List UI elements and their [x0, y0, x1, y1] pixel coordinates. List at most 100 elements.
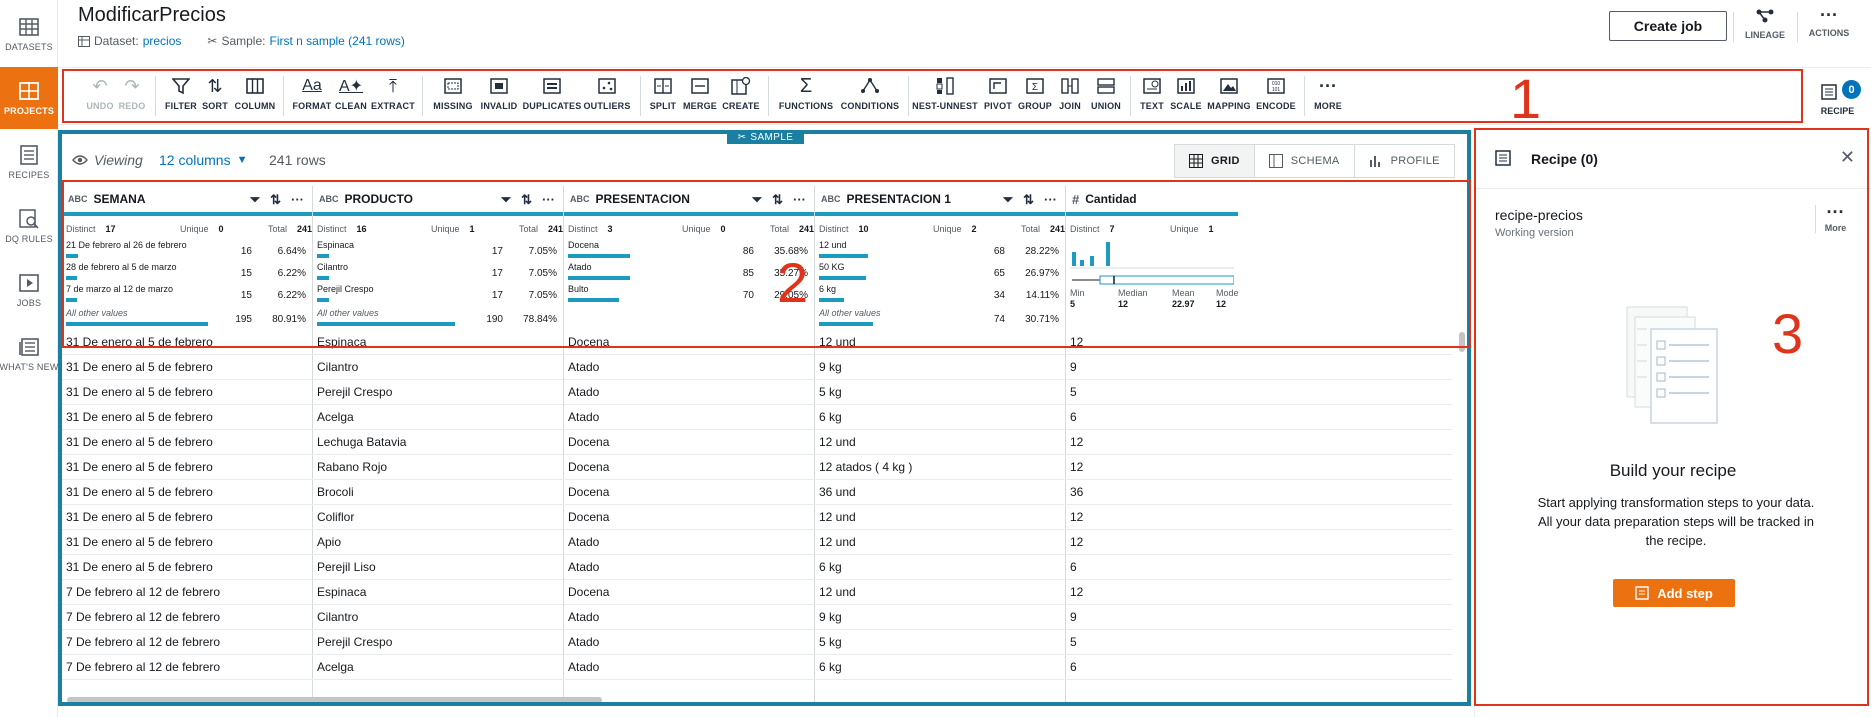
column-header-cantidad[interactable]: # Cantidad: [1066, 186, 1238, 216]
table-row[interactable]: 31 De enero al 5 de febrero Espinaca Docen…: [62, 330, 1452, 355]
table-row[interactable]: 31 De enero al 5 de febrero Coliflor Docen…: [62, 505, 1452, 530]
recipe-toggle-button[interactable]: 0 RECIPE: [1810, 80, 1865, 120]
table-cell[interactable]: 6: [1070, 660, 1310, 674]
missing-button[interactable]: MISSING: [432, 74, 474, 120]
table-row[interactable]: 31 De enero al 5 de febrero Lechuga Batav…: [62, 430, 1452, 455]
table-cell[interactable]: Perejil Crespo: [317, 385, 557, 399]
nest-unnest-button[interactable]: NEST-UNNEST: [912, 74, 978, 120]
functions-button[interactable]: Σ FUNCTIONS: [778, 74, 834, 120]
filter-button[interactable]: FILTER: [164, 74, 198, 120]
table-row[interactable]: 31 De enero al 5 de febrero Perejil Liso A…: [62, 555, 1452, 580]
table-cell[interactable]: 31 De enero al 5 de febrero: [66, 560, 306, 574]
table-row[interactable]: 31 De enero al 5 de febrero Acelga Atado 6 …: [62, 405, 1452, 430]
nav-datasets[interactable]: DATASETS: [0, 4, 58, 64]
duplicates-button[interactable]: DUPLICATES: [523, 74, 581, 120]
table-cell[interactable]: Atado: [568, 360, 808, 374]
table-cell[interactable]: 12 und: [819, 435, 1059, 449]
table-cell[interactable]: Brocoli: [317, 485, 557, 499]
table-cell[interactable]: Docena: [568, 585, 808, 599]
table-cell[interactable]: Atado: [568, 385, 808, 399]
table-row[interactable]: 7 De febrero al 12 de febrero Cilantro Ata…: [62, 605, 1452, 630]
table-cell[interactable]: Perejil Liso: [317, 560, 557, 574]
table-cell[interactable]: 7 De febrero al 12 de febrero: [66, 585, 306, 599]
table-cell[interactable]: 6 kg: [819, 560, 1059, 574]
conditions-button[interactable]: CONDITIONS: [840, 74, 900, 120]
table-cell[interactable]: Apio: [317, 535, 557, 549]
table-cell[interactable]: 31 De enero al 5 de febrero: [66, 485, 306, 499]
table-cell[interactable]: 12: [1070, 585, 1310, 599]
table-cell[interactable]: 12 und: [819, 510, 1059, 524]
table-cell[interactable]: 31 De enero al 5 de febrero: [66, 435, 306, 449]
table-cell[interactable]: 5: [1070, 385, 1310, 399]
table-cell[interactable]: 5 kg: [819, 385, 1059, 399]
column-header-presentacion-1[interactable]: ABC PRESENTACION 1 ⏷ ⇅ ···: [815, 186, 1065, 216]
clean-button[interactable]: A✦ CLEAN: [334, 74, 368, 120]
undo-button[interactable]: ↶ UNDO: [86, 74, 114, 120]
table-cell[interactable]: 5 kg: [819, 635, 1059, 649]
table-cell[interactable]: Coliflor: [317, 510, 557, 524]
table-cell[interactable]: Espinaca: [317, 335, 557, 349]
outliers-button[interactable]: OUTLIERS: [583, 74, 630, 120]
create-job-button[interactable]: Create job: [1609, 11, 1727, 41]
table-row[interactable]: 31 De enero al 5 de febrero Apio Atado 12 u…: [62, 530, 1452, 555]
table-cell[interactable]: 36 und: [819, 485, 1059, 499]
nav-whats-new[interactable]: WHAT'S NEW: [0, 324, 58, 384]
column-header-presentacion[interactable]: ABC PRESENTACION ⏷ ⇅ ···: [564, 186, 814, 216]
table-cell[interactable]: 12 und: [819, 535, 1059, 549]
split-button[interactable]: SPLIT: [648, 74, 678, 120]
group-button[interactable]: Σ GROUP: [1018, 74, 1052, 120]
table-cell[interactable]: Docena: [568, 510, 808, 524]
sample-link[interactable]: First n sample (241 rows): [269, 34, 404, 48]
tab-schema[interactable]: SCHEMA: [1254, 145, 1355, 177]
more-icon[interactable]: ···: [1044, 192, 1057, 208]
table-cell[interactable]: Atado: [568, 610, 808, 624]
scale-button[interactable]: SCALE: [1170, 74, 1202, 120]
table-cell[interactable]: Perejil Crespo: [317, 635, 557, 649]
sort-icon[interactable]: ⇅: [1023, 192, 1034, 208]
sort-icon[interactable]: ⇅: [772, 192, 783, 208]
format-button[interactable]: Aa FORMAT: [292, 74, 332, 120]
table-cell[interactable]: 12 atados ( 4 kg ): [819, 460, 1059, 474]
table-cell[interactable]: 6 kg: [819, 410, 1059, 424]
table-cell[interactable]: 31 De enero al 5 de febrero: [66, 460, 306, 474]
table-cell[interactable]: Docena: [568, 460, 808, 474]
horizontal-scrollbar[interactable]: [67, 697, 602, 702]
lineage-button[interactable]: LINEAGE: [1735, 8, 1795, 48]
more-button[interactable]: ··· MORE: [1310, 74, 1346, 120]
table-cell[interactable]: 31 De enero al 5 de febrero: [66, 385, 306, 399]
table-cell[interactable]: Atado: [568, 635, 808, 649]
table-cell[interactable]: Atado: [568, 410, 808, 424]
table-cell[interactable]: 7 De febrero al 12 de febrero: [66, 660, 306, 674]
table-cell[interactable]: 5: [1070, 635, 1310, 649]
encode-button[interactable]: 010 101 ENCODE: [1254, 74, 1298, 120]
table-cell[interactable]: Docena: [568, 435, 808, 449]
table-row[interactable]: 31 De enero al 5 de febrero Rabano Rojo Do…: [62, 455, 1452, 480]
actions-button[interactable]: ··· ACTIONS: [1799, 6, 1859, 48]
table-cell[interactable]: 9: [1070, 360, 1310, 374]
nav-recipes[interactable]: RECIPES: [0, 132, 58, 192]
more-icon[interactable]: ···: [542, 192, 555, 208]
column-button[interactable]: COLUMN: [234, 74, 276, 120]
table-cell[interactable]: Atado: [568, 535, 808, 549]
table-cell[interactable]: 12: [1070, 435, 1310, 449]
table-cell[interactable]: 31 De enero al 5 de febrero: [66, 535, 306, 549]
table-cell[interactable]: 12: [1070, 335, 1310, 349]
table-row[interactable]: 7 De febrero al 12 de febrero Acelga Atado…: [62, 655, 1452, 680]
recipe-more-button[interactable]: ··· More: [1815, 203, 1855, 233]
table-cell[interactable]: 6: [1070, 560, 1310, 574]
close-icon[interactable]: ✕: [1840, 147, 1855, 168]
table-cell[interactable]: 31 De enero al 5 de febrero: [66, 410, 306, 424]
sort-icon[interactable]: ⇅: [521, 192, 532, 208]
table-cell[interactable]: 12 und: [819, 335, 1059, 349]
filter-icon[interactable]: ⏷: [250, 192, 260, 208]
table-cell[interactable]: Docena: [568, 485, 808, 499]
table-cell[interactable]: Acelga: [317, 410, 557, 424]
table-cell[interactable]: 12 und: [819, 585, 1059, 599]
filter-icon[interactable]: ⏷: [752, 192, 762, 208]
table-cell[interactable]: Acelga: [317, 660, 557, 674]
table-cell[interactable]: 6 kg: [819, 660, 1059, 674]
table-row[interactable]: 31 De enero al 5 de febrero Brocoli Docena…: [62, 480, 1452, 505]
table-cell[interactable]: 12: [1070, 535, 1310, 549]
sort-icon[interactable]: ⇅: [270, 192, 281, 208]
table-cell[interactable]: Cilantro: [317, 360, 557, 374]
